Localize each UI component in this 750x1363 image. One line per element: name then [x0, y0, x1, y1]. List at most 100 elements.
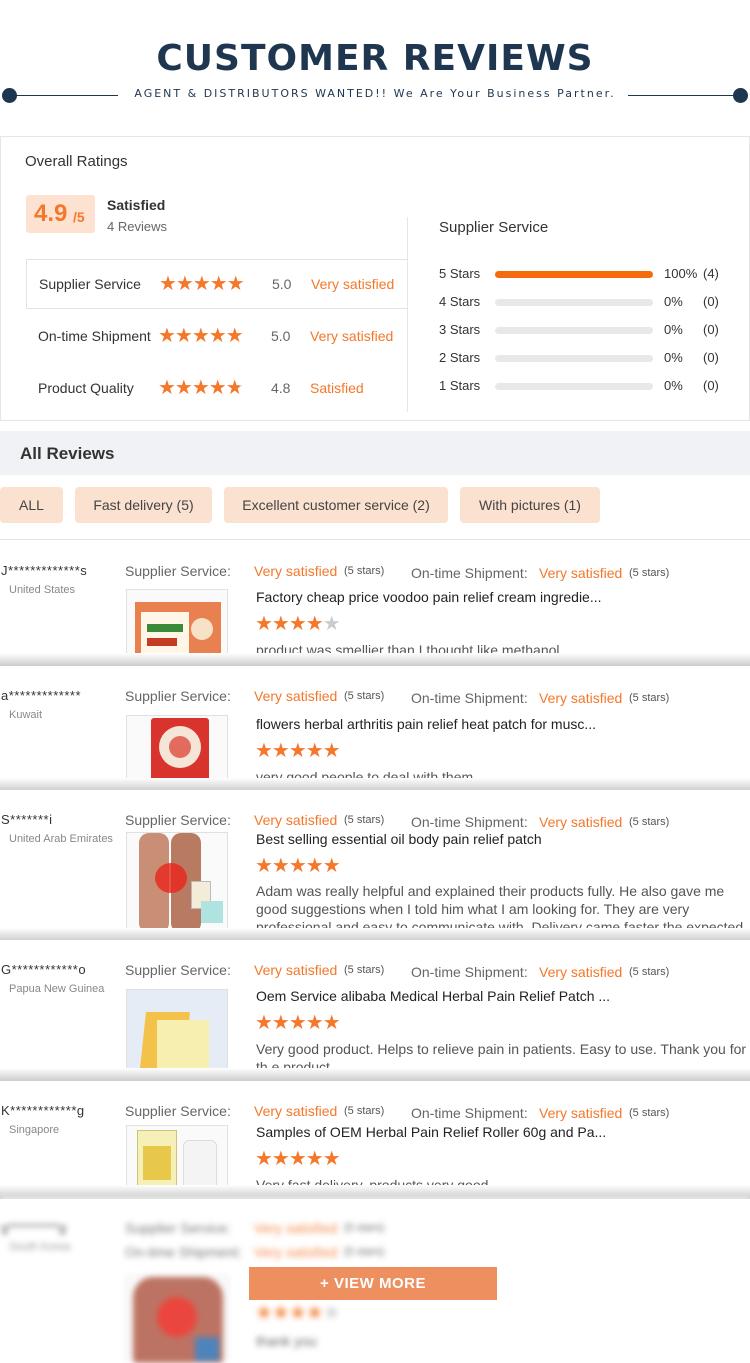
review-item[interactable]: J*************s United States Supplier Ser…: [0, 541, 750, 667]
star-rating-icon: ★★★★★: [159, 273, 245, 295]
rating-row-score: 5.0: [272, 276, 292, 292]
star-distribution-fill: [495, 271, 653, 278]
star-distribution-bar: [495, 271, 653, 278]
overall-review-count: 4 Reviews: [107, 219, 167, 234]
star-distribution-percent: 0%: [664, 378, 683, 393]
star-rating-icon: ★★★★★: [255, 1148, 341, 1170]
reviewer-country: United States: [9, 584, 76, 596]
ontime-shipment-value: Very satisfied: [539, 964, 623, 980]
star-distribution-percent: 0%: [664, 350, 683, 365]
star-rating-icon: ★★★★★: [158, 377, 244, 399]
star-distribution-row: 2 Stars 0% (0): [439, 348, 739, 368]
star-rating-icon: ★★★★★: [255, 1302, 341, 1324]
reviewer-name: g*********g: [1, 1220, 67, 1235]
product-title-link[interactable]: Factory cheap price voodoo pain relief c…: [256, 589, 602, 605]
ontime-shipment-stars: (5 stars): [629, 567, 670, 579]
view-more-button[interactable]: + VIEW MORE: [249, 1267, 497, 1300]
ontime-shipment-label: On-time Shipment:: [411, 690, 528, 706]
rating-row-label: Product Quality: [38, 380, 134, 396]
reviews-separator: [0, 539, 750, 540]
ontime-shipment-label: On-time Shipment:: [411, 1105, 528, 1121]
reviewer-country: United Arab Emirates: [9, 833, 113, 845]
supplier-service-label: Supplier Service:: [125, 1220, 231, 1236]
filter-chip-excellent-service[interactable]: Excellent customer service (2): [224, 487, 448, 523]
ontime-shipment-stars: (5 stars): [629, 966, 670, 978]
ontime-shipment-value: Very satisfied: [539, 1105, 623, 1121]
all-reviews-title: All Reviews: [20, 444, 115, 463]
star-distribution-count: (0): [703, 322, 719, 337]
review-item[interactable]: K************g Singapore Supplier Service:…: [0, 1081, 750, 1199]
filter-chip-fast-delivery[interactable]: Fast delivery (5): [75, 487, 212, 523]
supplier-service-stars: (5 stars): [344, 1105, 385, 1117]
overall-ratings-panel: Overall Ratings 4.9 /5 Satisfied 4 Revie…: [0, 136, 750, 421]
ontime-shipment-stars: (5 stars): [344, 1246, 385, 1258]
review-text: thank you: [256, 1333, 317, 1349]
supplier-service-label: Supplier Service:: [125, 812, 231, 828]
rating-row-text: Satisfied: [310, 380, 364, 396]
star-distribution-label: 2 Stars: [439, 350, 481, 365]
product-image[interactable]: [126, 1276, 228, 1363]
review-item[interactable]: a************* Kuwait Supplier Service: Ver…: [0, 666, 750, 792]
star-rating-icon: ★★★★★: [255, 855, 341, 877]
ontime-shipment-value: Very satisfied: [539, 565, 623, 581]
product-image[interactable]: [126, 832, 228, 932]
star-distribution-percent: 0%: [664, 294, 683, 309]
star-distribution-count: (0): [703, 294, 719, 309]
product-title-link[interactable]: flowers herbal arthritis pain relief hea…: [256, 716, 596, 732]
page-subtitle: AGENT & DISTRIBUTORS WANTED!! We Are You…: [134, 87, 616, 100]
supplier-service-label: Supplier Service:: [125, 962, 231, 978]
star-distribution-bar: [495, 355, 653, 362]
star-rating-icon: ★★★★★: [158, 325, 244, 347]
supplier-service-value: Very satisfied: [254, 1103, 338, 1119]
supplier-service-stars: (5 stars): [344, 565, 385, 577]
review-item[interactable]: G************o Papua New Guinea Supplier S…: [0, 940, 750, 1082]
overall-ratings-label: Overall Ratings: [25, 153, 128, 170]
star-distribution-label: 3 Stars: [439, 322, 481, 337]
star-distribution-row: 5 Stars 100% (4): [439, 264, 739, 284]
overall-score-max: /5: [73, 209, 85, 225]
ontime-shipment-label: On-time Shipment:: [411, 565, 528, 581]
filter-chip-with-pictures[interactable]: With pictures (1): [460, 487, 600, 523]
ontime-shipment-label: On-time Shipment:: [411, 964, 528, 980]
rating-row-label: Supplier Service: [39, 276, 141, 292]
ontime-shipment-stars: (5 stars): [629, 1107, 670, 1119]
product-title-link[interactable]: Best selling essential oil body pain rel…: [256, 831, 542, 847]
star-distribution-label: 5 Stars: [439, 266, 481, 281]
rating-row-product-quality[interactable]: Product Quality ★★★★★ 4.8 Satisfied: [26, 364, 407, 414]
review-item[interactable]: S*******i United Arab Emirates Supplier Se…: [0, 790, 750, 942]
reviewer-name: J*************s: [1, 563, 88, 578]
page-title: CUSTOMER REVIEWS: [156, 38, 594, 79]
star-distribution-label: 1 Stars: [439, 378, 481, 393]
ontime-shipment-stars: (5 stars): [629, 816, 670, 828]
product-title-link[interactable]: Oem Service alibaba Medical Herbal Pain …: [256, 988, 610, 1004]
overall-score: 4.9: [34, 200, 68, 227]
review-fade: [0, 653, 750, 667]
rating-row-score: 5.0: [271, 328, 291, 344]
star-distribution-count: (0): [703, 350, 719, 365]
overall-score-badge: 4.9 /5: [26, 195, 95, 233]
supplier-service-value: Very satisfied: [254, 962, 338, 978]
reviewer-name: a*************: [1, 688, 81, 703]
supplier-service-value: Very satisfied: [254, 812, 338, 828]
star-distribution-row: 3 Stars 0% (0): [439, 320, 739, 340]
rating-row-label: On-time Shipment: [38, 328, 151, 344]
ontime-shipment-stars: (5 stars): [629, 692, 670, 704]
supplier-service-stars: (5 stars): [344, 814, 385, 826]
star-distribution-bar: [495, 383, 653, 390]
star-distribution-bar: [495, 327, 653, 334]
supplier-service-value: Very satisfied: [254, 563, 338, 579]
supplier-service-value: Very satisfied: [254, 1220, 338, 1236]
all-reviews-heading: All Reviews: [0, 431, 750, 475]
rating-row-ontime-shipment[interactable]: On-time Shipment ★★★★★ 5.0 Very satisfie…: [26, 312, 407, 362]
rating-row-score: 4.8: [271, 380, 291, 396]
filter-chip-all[interactable]: ALL: [0, 487, 63, 523]
supplier-service-label: Supplier Service:: [125, 688, 231, 704]
ontime-shipment-value: Very satisfied: [539, 814, 623, 830]
product-title-link[interactable]: Samples of OEM Herbal Pain Relief Roller…: [256, 1124, 606, 1140]
ontime-shipment-value: Very satisfied: [539, 690, 623, 706]
rating-row-supplier-service[interactable]: Supplier Service ★★★★★ 5.0 Very satisfie…: [26, 259, 407, 309]
reviewer-country: Kuwait: [9, 709, 43, 721]
reviews-header: CUSTOMER REVIEWS AGENT & DISTRIBUTORS WA…: [0, 0, 750, 130]
reviewer-name: K************g: [1, 1103, 85, 1118]
star-distribution-bar: [495, 299, 653, 306]
